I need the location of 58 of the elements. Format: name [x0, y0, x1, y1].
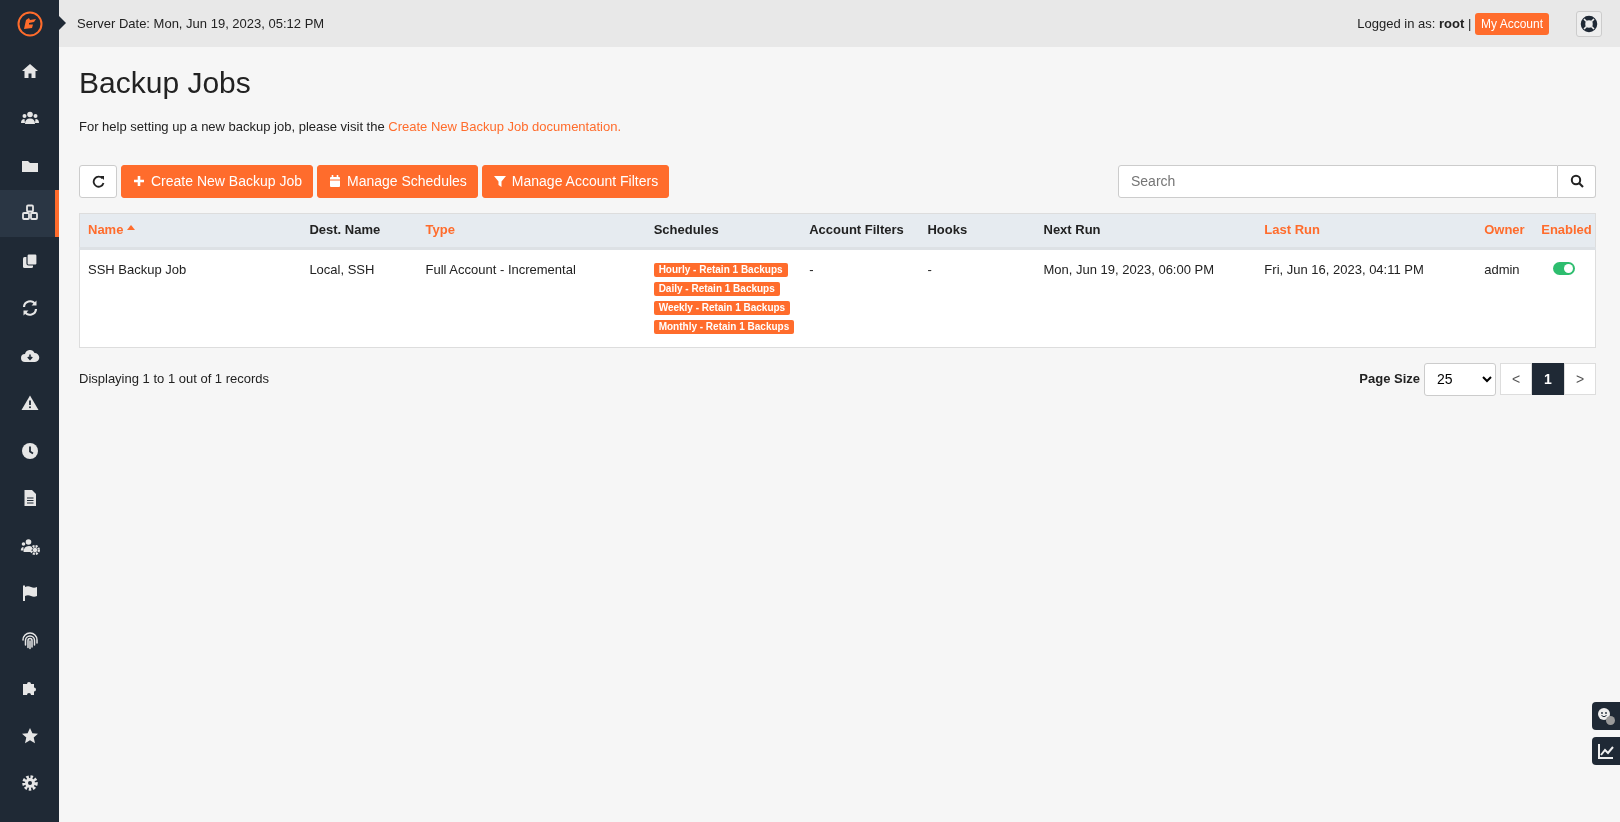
- calendar-icon: [327, 174, 342, 188]
- column-header[interactable]: Type: [425, 222, 455, 238]
- username: root: [1439, 14, 1465, 33]
- help-button[interactable]: [1576, 10, 1602, 37]
- server-date: Server Date: Mon, Jun 19, 2023, 05:12 PM: [77, 14, 325, 33]
- enabled-toggle[interactable]: [1553, 261, 1576, 275]
- table-cell: admin: [1484, 261, 1520, 277]
- column-header: Dest. Name: [309, 222, 381, 238]
- search-field[interactable]: Search: [1118, 164, 1558, 198]
- table-cell: Full Account - Incremental: [425, 261, 576, 277]
- table-cell: Local, SSH: [309, 261, 375, 277]
- settings-icon: [19, 773, 40, 794]
- column-header[interactable]: Name: [88, 222, 136, 238]
- logo-icon[interactable]: [16, 10, 43, 37]
- page-size-label: Page Size: [1359, 370, 1420, 389]
- pagination-button[interactable]: <: [1500, 363, 1532, 395]
- toolbar-button[interactable]: Manage Schedules: [316, 164, 478, 198]
- records-count: Displaying 1 to 1 out of 1 records: [79, 369, 270, 388]
- column-header: Account Filters: [809, 222, 904, 238]
- toolbar-button[interactable]: Create New Backup Job: [121, 164, 313, 198]
- column-header: Next Run: [1043, 222, 1101, 238]
- chart-button[interactable]: [1592, 737, 1620, 765]
- table-cell: Fri, Jun 16, 2023, 04:11 PM: [1264, 261, 1424, 277]
- search-icon: [1569, 174, 1584, 188]
- documentation-link[interactable]: Create New Backup Job documentation.: [388, 119, 621, 134]
- clock-icon: [19, 440, 40, 461]
- column-header[interactable]: Last Run: [1264, 222, 1320, 238]
- feedback-button[interactable]: [1592, 702, 1620, 730]
- table-cell: SSH Backup Job: [88, 261, 187, 277]
- logged-in-label: Logged in as:: [1357, 14, 1436, 33]
- sort-ascending-icon: [127, 224, 136, 231]
- fingerprint-icon: [19, 630, 40, 651]
- lifebuoy-icon: [1580, 14, 1598, 33]
- column-header: Schedules: [653, 222, 719, 238]
- page-title: Backup Jobs: [79, 65, 252, 101]
- column-header: Hooks: [927, 222, 968, 238]
- schedule-tag: Daily - Retain 1 Backups: [653, 281, 780, 296]
- table-cell: -: [809, 261, 814, 277]
- table-cell: Mon, Jun 19, 2023, 06:00 PM: [1043, 261, 1215, 277]
- pagination-button[interactable]: 1: [1532, 363, 1564, 395]
- separator: |: [1467, 14, 1472, 33]
- pagination-button[interactable]: >: [1564, 363, 1596, 395]
- toolbar-button[interactable]: Manage Account Filters: [481, 164, 670, 198]
- line-chart-icon: [1596, 741, 1616, 761]
- schedule-tag: Weekly - Retain 1 Backups: [653, 300, 791, 315]
- filter-icon: [492, 174, 507, 188]
- search-button[interactable]: [1558, 164, 1596, 198]
- table-cell: -: [927, 261, 932, 277]
- plus-icon: [132, 174, 146, 188]
- page-size-select[interactable]: 25: [1424, 362, 1496, 396]
- help-text: For help setting up a new backup job, please visit the: [79, 119, 385, 134]
- schedule-tag: Monthly - Retain 1 Backups: [653, 319, 795, 334]
- my-account-button[interactable]: My Account: [1474, 12, 1549, 35]
- schedule-tag: Hourly - Retain 1 Backups: [653, 262, 788, 277]
- sidebar-item[interactable]: [0, 189, 59, 237]
- refresh-button[interactable]: [79, 164, 117, 198]
- smiley-faces-icon: [1595, 705, 1617, 727]
- refresh-icon: [91, 174, 105, 188]
